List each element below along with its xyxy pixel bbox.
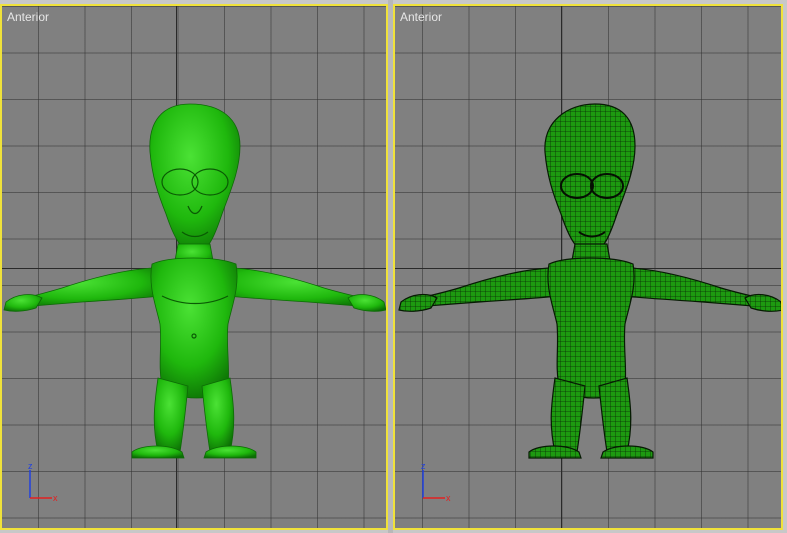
viewport-right[interactable]: Anterior z x bbox=[393, 4, 783, 530]
alien-model-wireframe[interactable] bbox=[395, 6, 783, 530]
gizmo-x-label: x bbox=[53, 493, 58, 503]
viewport-left[interactable]: Anterior z x bbox=[0, 4, 388, 530]
gizmo-z-label: z bbox=[28, 464, 33, 471]
alien-model-shaded[interactable] bbox=[2, 6, 388, 530]
gizmo-z-label: z bbox=[421, 464, 426, 471]
axis-gizmo: z x bbox=[421, 464, 451, 503]
gizmo-x-label: x bbox=[446, 493, 451, 503]
axis-gizmo: z x bbox=[28, 464, 58, 503]
